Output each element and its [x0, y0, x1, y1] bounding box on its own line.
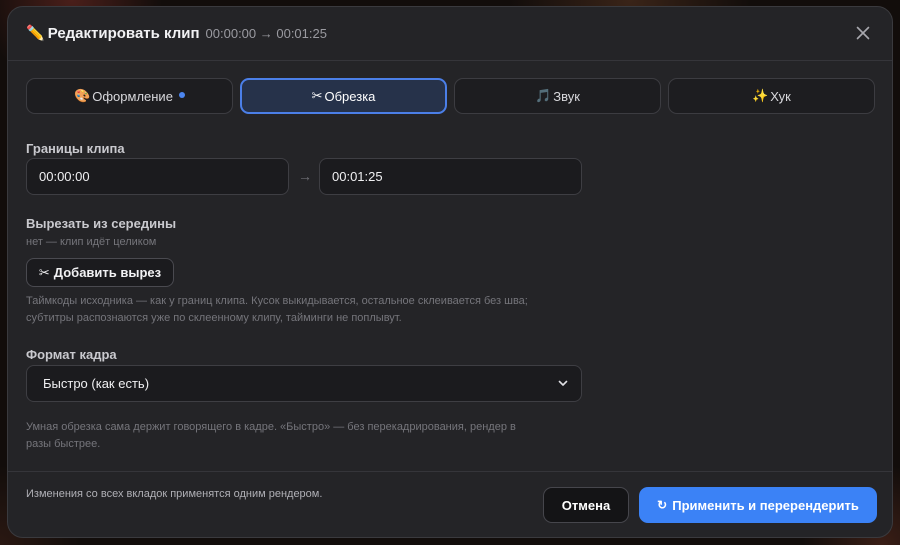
dialog-title: Редактировать клип [47, 25, 200, 42]
clip-bounds-label: Границы клипа [26, 141, 125, 156]
tab-sound-label: Звук [553, 88, 580, 104]
tab-trim-label: Обрезка [324, 88, 376, 104]
footer-note: Изменения со всех вкладок применятся одн… [26, 488, 323, 500]
tab-sound[interactable]: 🎵 Звук [454, 78, 661, 114]
sparkles-icon: ✨ [752, 88, 769, 103]
apply-rerender-label: Применить и перерендерить [672, 497, 859, 513]
chevron-down-icon [558, 380, 568, 386]
dialog-header: ✏️ Редактировать клип 00:00:00 → 00:01:2… [8, 7, 892, 61]
title-row: ✏️ Редактировать клип 00:00:00 → 00:01:2… [26, 24, 327, 42]
tab-design-label: Оформление [92, 88, 173, 104]
edit-clip-dialog: ✏️ Редактировать клип 00:00:00 → 00:01:2… [7, 6, 893, 538]
tab-hook[interactable]: ✨ Хук [668, 78, 875, 114]
frame-format-label: Формат кадра [26, 347, 117, 362]
refresh-icon: ↻ [657, 498, 668, 512]
cut-status-text: нет — клип идёт целиком [26, 236, 157, 248]
close-icon [856, 26, 870, 40]
palette-icon: 🎨 [74, 88, 91, 103]
unsaved-dot [178, 92, 185, 98]
arrow-right-icon: → [298, 168, 312, 184]
cut-hint-line-2: субтитры распознаются уже по склеенному … [26, 312, 402, 324]
close-button[interactable] [854, 24, 872, 42]
start-time-value: 00:00:00 [39, 169, 90, 184]
tab-hook-label: Хук [770, 88, 791, 104]
scissors-icon: ✂ [311, 88, 323, 103]
cancel-button[interactable]: Отмена [543, 487, 629, 523]
frame-format-value: Быстро (как есть) [43, 376, 150, 391]
add-cut-label: Добавить вырез [53, 265, 162, 280]
music-note-icon: 🎵 [535, 88, 552, 103]
start-time-input[interactable]: 00:00:00 [26, 158, 289, 195]
add-cut-button[interactable]: ✂ Добавить вырез [26, 258, 174, 287]
pencil-icon: ✏️ [26, 25, 45, 42]
tab-trim[interactable]: ✂ Обрезка [240, 78, 447, 114]
frame-format-select[interactable]: Быстро (как есть) [26, 365, 582, 402]
tab-design[interactable]: 🎨 Оформление [26, 78, 233, 114]
cut-middle-label: Вырезать из середины [26, 216, 177, 231]
apply-rerender-button[interactable]: ↻ Применить и перерендерить [639, 487, 877, 523]
frame-hint-line-2: разы быстрее. [26, 438, 101, 450]
scissors-icon: ✂ [38, 264, 50, 280]
tab-bar: 🎨 Оформление ✂ Обрезка 🎵 Звук ✨ Хук [26, 78, 877, 114]
end-time-value: 00:01:25 [332, 169, 383, 184]
end-time-input[interactable]: 00:01:25 [319, 158, 582, 195]
dialog-footer: Изменения со всех вкладок применятся одн… [8, 471, 892, 537]
clip-time-range: 00:00:00 → 00:01:25 [205, 26, 327, 41]
